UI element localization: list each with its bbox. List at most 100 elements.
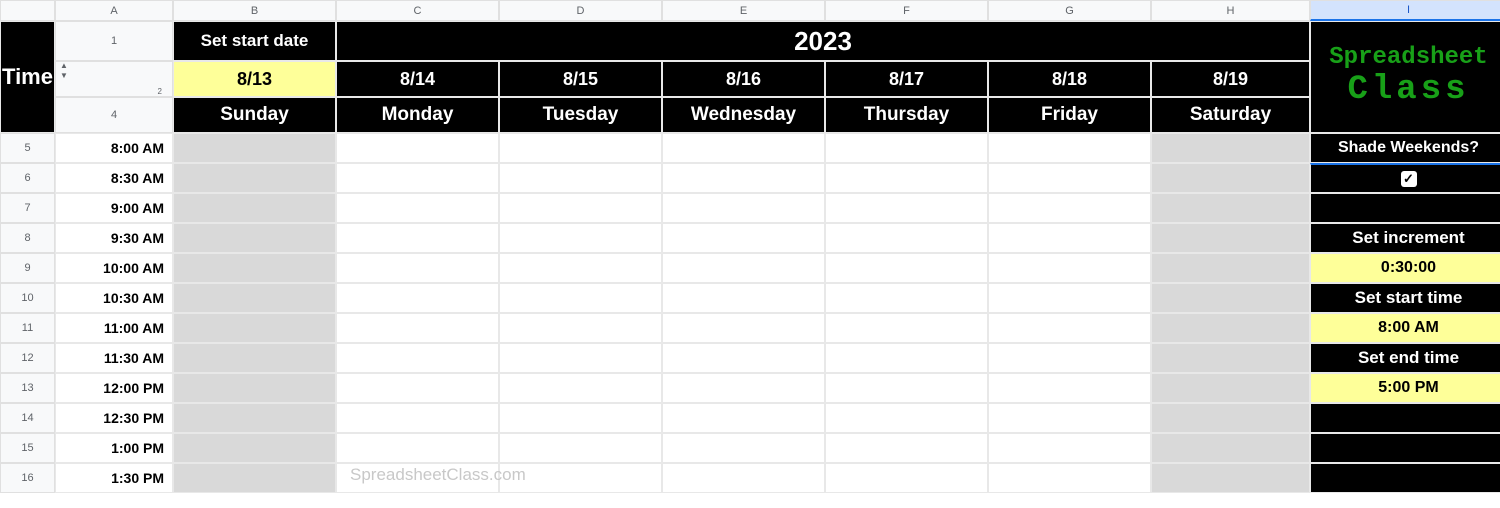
schedule-cell[interactable] bbox=[1151, 193, 1310, 223]
schedule-cell[interactable] bbox=[825, 433, 988, 463]
row-header-1[interactable]: 1 bbox=[55, 21, 173, 61]
schedule-cell[interactable] bbox=[173, 313, 336, 343]
col-header-H[interactable]: H bbox=[1151, 0, 1310, 21]
schedule-cell[interactable] bbox=[662, 373, 825, 403]
end-time-input[interactable]: 5:00 PM bbox=[1310, 373, 1500, 403]
schedule-cell[interactable] bbox=[662, 343, 825, 373]
schedule-cell[interactable] bbox=[988, 133, 1151, 163]
schedule-cell[interactable] bbox=[825, 193, 988, 223]
schedule-cell[interactable] bbox=[988, 403, 1151, 433]
schedule-cell[interactable] bbox=[173, 223, 336, 253]
schedule-cell[interactable] bbox=[1151, 163, 1310, 193]
schedule-cell[interactable] bbox=[988, 343, 1151, 373]
schedule-cell[interactable] bbox=[988, 433, 1151, 463]
schedule-cell[interactable] bbox=[825, 313, 988, 343]
schedule-cell[interactable] bbox=[499, 313, 662, 343]
schedule-cell[interactable] bbox=[499, 283, 662, 313]
schedule-cell[interactable] bbox=[988, 463, 1151, 493]
schedule-cell[interactable] bbox=[662, 463, 825, 493]
schedule-cell[interactable] bbox=[825, 343, 988, 373]
row-header-7[interactable]: 7 bbox=[0, 193, 55, 223]
schedule-cell[interactable] bbox=[173, 403, 336, 433]
schedule-cell[interactable] bbox=[1151, 283, 1310, 313]
schedule-cell[interactable] bbox=[988, 313, 1151, 343]
schedule-cell[interactable] bbox=[499, 163, 662, 193]
schedule-cell[interactable] bbox=[662, 283, 825, 313]
schedule-cell[interactable] bbox=[1151, 313, 1310, 343]
schedule-cell[interactable] bbox=[662, 193, 825, 223]
row-header-15[interactable]: 15 bbox=[0, 433, 55, 463]
schedule-cell[interactable] bbox=[825, 133, 988, 163]
schedule-cell[interactable] bbox=[1151, 343, 1310, 373]
schedule-cell[interactable] bbox=[1151, 133, 1310, 163]
schedule-cell[interactable] bbox=[662, 403, 825, 433]
col-header-E[interactable]: E bbox=[662, 0, 825, 21]
schedule-cell[interactable] bbox=[499, 403, 662, 433]
schedule-cell[interactable] bbox=[662, 163, 825, 193]
schedule-cell[interactable] bbox=[988, 253, 1151, 283]
schedule-cell[interactable] bbox=[336, 373, 499, 403]
schedule-cell[interactable] bbox=[499, 223, 662, 253]
col-header-A[interactable]: A bbox=[55, 0, 173, 21]
schedule-cell[interactable] bbox=[336, 433, 499, 463]
row-header-12[interactable]: 12 bbox=[0, 343, 55, 373]
schedule-cell[interactable] bbox=[988, 163, 1151, 193]
row-header-8[interactable]: 8 bbox=[0, 223, 55, 253]
schedule-cell[interactable] bbox=[336, 163, 499, 193]
expand-down-icon[interactable]: ▼ bbox=[60, 72, 68, 80]
col-header-C[interactable]: C bbox=[336, 0, 499, 21]
increment-input[interactable]: 0:30:00 bbox=[1310, 253, 1500, 283]
schedule-cell[interactable] bbox=[336, 283, 499, 313]
schedule-cell[interactable] bbox=[173, 253, 336, 283]
schedule-cell[interactable] bbox=[825, 463, 988, 493]
schedule-cell[interactable] bbox=[336, 343, 499, 373]
expand-up-icon[interactable]: ▲ bbox=[60, 62, 68, 70]
shade-weekends-checkbox[interactable]: ✓ bbox=[1310, 163, 1500, 193]
schedule-cell[interactable] bbox=[173, 193, 336, 223]
schedule-cell[interactable] bbox=[825, 403, 988, 433]
schedule-cell[interactable] bbox=[988, 193, 1151, 223]
schedule-cell[interactable] bbox=[1151, 253, 1310, 283]
schedule-cell[interactable] bbox=[825, 373, 988, 403]
schedule-cell[interactable] bbox=[173, 373, 336, 403]
schedule-cell[interactable] bbox=[825, 283, 988, 313]
schedule-cell[interactable] bbox=[336, 193, 499, 223]
schedule-cell[interactable] bbox=[662, 313, 825, 343]
row-header-10[interactable]: 10 bbox=[0, 283, 55, 313]
schedule-cell[interactable] bbox=[336, 253, 499, 283]
row-header-4[interactable]: 4 bbox=[55, 97, 173, 133]
row-header-14[interactable]: 14 bbox=[0, 403, 55, 433]
schedule-cell[interactable] bbox=[173, 463, 336, 493]
schedule-cell[interactable] bbox=[988, 373, 1151, 403]
schedule-cell[interactable] bbox=[499, 433, 662, 463]
schedule-cell[interactable] bbox=[1151, 463, 1310, 493]
select-all-corner[interactable] bbox=[0, 0, 55, 21]
row-header-9[interactable]: 9 bbox=[0, 253, 55, 283]
col-header-G[interactable]: G bbox=[988, 0, 1151, 21]
col-header-B[interactable]: B bbox=[173, 0, 336, 21]
schedule-cell[interactable] bbox=[336, 403, 499, 433]
schedule-cell[interactable] bbox=[1151, 373, 1310, 403]
schedule-cell[interactable] bbox=[1151, 403, 1310, 433]
schedule-cell[interactable] bbox=[336, 133, 499, 163]
schedule-cell[interactable] bbox=[499, 343, 662, 373]
row-header-5[interactable]: 5 bbox=[0, 133, 55, 163]
schedule-cell[interactable] bbox=[336, 313, 499, 343]
schedule-cell[interactable] bbox=[499, 133, 662, 163]
schedule-cell[interactable] bbox=[662, 253, 825, 283]
schedule-cell[interactable] bbox=[662, 223, 825, 253]
schedule-cell[interactable] bbox=[336, 223, 499, 253]
col-header-D[interactable]: D bbox=[499, 0, 662, 21]
schedule-cell[interactable] bbox=[825, 223, 988, 253]
row-header-13[interactable]: 13 bbox=[0, 373, 55, 403]
schedule-cell[interactable] bbox=[662, 133, 825, 163]
schedule-cell[interactable] bbox=[988, 283, 1151, 313]
schedule-cell[interactable] bbox=[662, 433, 825, 463]
schedule-cell[interactable] bbox=[173, 163, 336, 193]
row-header-11[interactable]: 11 bbox=[0, 313, 55, 343]
start-time-input[interactable]: 8:00 AM bbox=[1310, 313, 1500, 343]
start-date-input[interactable]: 8/13 bbox=[173, 61, 336, 97]
col-header-I[interactable]: I bbox=[1310, 0, 1500, 21]
schedule-cell[interactable] bbox=[1151, 223, 1310, 253]
row-header-2[interactable]: ▲▼2 bbox=[55, 61, 173, 97]
